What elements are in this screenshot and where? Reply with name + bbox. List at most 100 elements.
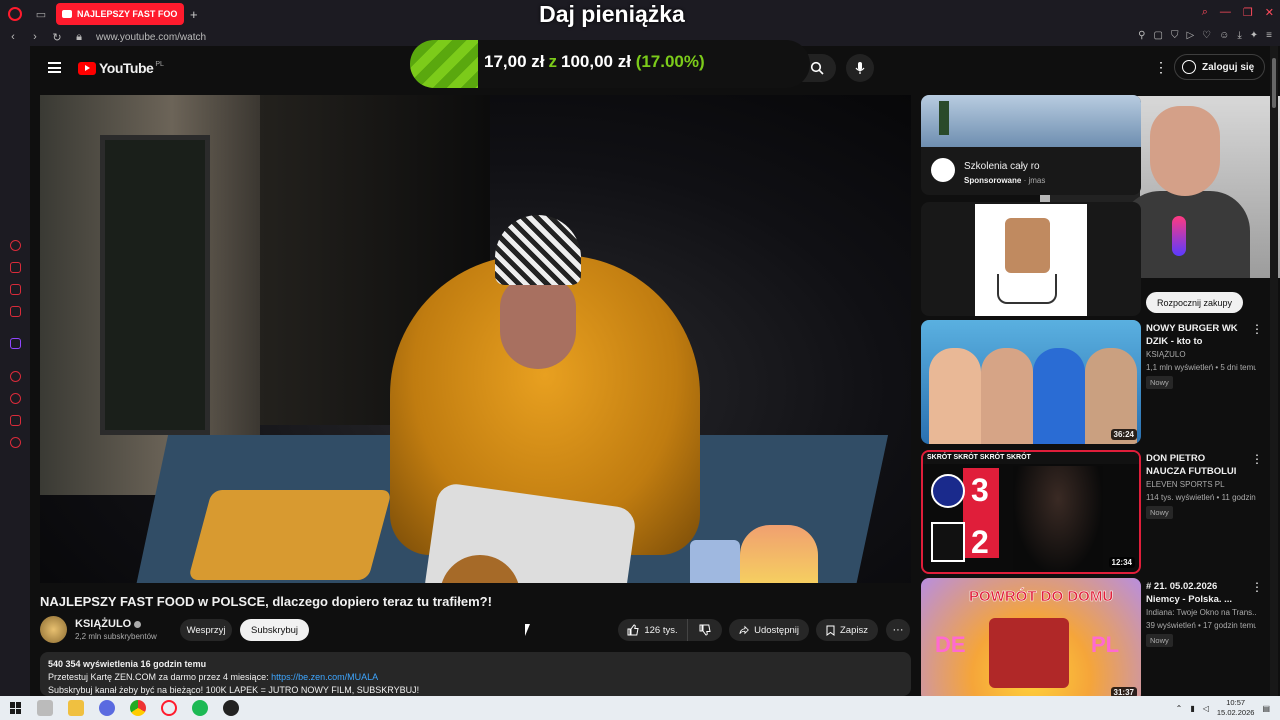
aria-icon[interactable]: ✦: [1250, 30, 1258, 41]
new-tab-button[interactable]: +: [190, 7, 206, 22]
recommendation-title[interactable]: NOWY BURGER WK DZIK - kto to kupuje?: [1146, 322, 1241, 350]
inter-logo-icon: [931, 474, 965, 508]
windows-start-icon[interactable]: [10, 702, 22, 714]
sidebar-history-icon[interactable]: [10, 393, 21, 404]
support-button[interactable]: Wesprzyj: [180, 619, 232, 641]
sidebar-instagram-icon[interactable]: [10, 284, 21, 295]
sidebar-twitch-icon[interactable]: [10, 338, 21, 349]
spotify-icon[interactable]: [192, 700, 208, 716]
snapshot-icon[interactable]: ▢: [1154, 30, 1163, 41]
download-icon[interactable]: ⤓: [1237, 30, 1241, 41]
minimize-icon[interactable]: —: [1220, 6, 1231, 19]
voice-search-button[interactable]: [846, 54, 874, 82]
sidebar-settings-icon[interactable]: [10, 437, 21, 448]
opera-taskbar-icon[interactable]: [161, 700, 177, 716]
description-box[interactable]: 540 354 wyświetlenia 16 godzin temu Prze…: [40, 652, 911, 696]
more-actions-button[interactable]: ···: [886, 619, 910, 641]
recommendation-more-icon[interactable]: ⋮: [1251, 452, 1263, 466]
file-explorer-icon[interactable]: [68, 700, 84, 716]
clock[interactable]: 10:57 15.02.2026: [1217, 698, 1255, 718]
recommendation-more-icon[interactable]: ⋮: [1251, 322, 1263, 336]
url-field[interactable]: www.youtube.com/watch: [96, 32, 206, 43]
recommendation-channel[interactable]: KSIĄŻULO: [1146, 350, 1256, 359]
maximize-icon[interactable]: ❐: [1243, 6, 1253, 19]
donation-goal-bar: 17,00 zł z 100,00 zł (17.00%): [410, 40, 810, 88]
opera-logo-icon[interactable]: [0, 0, 30, 28]
chrome-icon[interactable]: [130, 700, 146, 716]
search-tabs-icon[interactable]: ⌕: [1202, 6, 1208, 19]
share-button[interactable]: Udostępnij: [729, 619, 809, 641]
page-scrollbar[interactable]: [1270, 46, 1278, 696]
player-icon[interactable]: ▷: [1186, 30, 1194, 41]
sign-in-button[interactable]: Zaloguj się: [1174, 54, 1266, 80]
like-button[interactable]: 126 tys.: [618, 619, 688, 641]
recommendation-channel[interactable]: ELEVEN SPORTS PL: [1146, 480, 1256, 489]
shopping-product-image: [975, 204, 1087, 316]
task-view-icon[interactable]: [37, 700, 53, 716]
recommendation-item[interactable]: SKRÓT SKRÓT SKRÓT SKRÓT 3 2 12:34 DON PI…: [921, 450, 1263, 574]
save-button[interactable]: Zapisz: [816, 619, 878, 641]
recommendation-thumbnail[interactable]: 36:24: [921, 320, 1141, 444]
thumbnail-person: [929, 348, 981, 444]
recommendation-meta: 1,1 mln wyświetleń • 5 dni temu: [1146, 363, 1256, 372]
tray-chevron-icon[interactable]: ⌃: [1176, 704, 1183, 713]
forward-icon[interactable]: ›: [26, 31, 44, 43]
description-link[interactable]: https://be.zen.com/MUALA: [271, 672, 378, 682]
tab-overview-icon[interactable]: ▭: [30, 0, 52, 28]
video-scene-doorframe: [100, 135, 210, 435]
sidebar-mail-icon[interactable]: [10, 306, 21, 317]
channel-avatar[interactable]: [40, 616, 67, 643]
pin-icon[interactable]: ⚲: [1138, 30, 1145, 41]
recommendation-item[interactable]: 36:24 NOWY BURGER WK DZIK - kto to kupuj…: [921, 320, 1263, 444]
sidebar-extensions-icon[interactable]: [10, 415, 21, 426]
recommendation-thumbnail[interactable]: SKRÓT SKRÓT SKRÓT SKRÓT 3 2 12:34: [921, 450, 1141, 574]
recommendation-item[interactable]: POWRÓT DO DOMU DE PL 31:37 # 21. 05.02.2…: [921, 578, 1263, 702]
recommendation-title[interactable]: DON PIETRO NAUCZA FUTBOLUI ZIELU ...: [1146, 452, 1241, 480]
hamburger-menu-icon[interactable]: [48, 62, 61, 73]
video-scene-cup: [690, 540, 740, 583]
youtube-logo[interactable]: YouTube PL: [78, 60, 164, 76]
clock-date: 15.02.2026: [1216, 708, 1255, 717]
settings-more-icon[interactable]: ⋮: [1154, 59, 1168, 76]
dislike-button[interactable]: [688, 624, 722, 636]
heart-icon[interactable]: ♡: [1202, 30, 1211, 41]
menu-icon[interactable]: ≡: [1266, 30, 1272, 41]
video-scene-hat: [495, 215, 581, 285]
tray-network-icon[interactable]: ▮: [1190, 704, 1194, 713]
recommendation-thumbnail[interactable]: POWRÓT DO DOMU DE PL 31:37: [921, 578, 1141, 702]
new-badge: Nowy: [1146, 634, 1173, 647]
shopping-ad-card[interactable]: [921, 202, 1141, 316]
browser-tab-active[interactable]: NAJLEPSZY FAST FOO: [56, 3, 184, 25]
thumbnail-headline: POWRÓT DO DOMU: [969, 588, 1114, 606]
sidebar-aria-icon[interactable]: [10, 240, 21, 251]
recommendation-title[interactable]: # 21. 05.02.2026 Niemcy - Polska. ...: [1146, 580, 1241, 606]
obs-icon[interactable]: [223, 700, 239, 716]
profile-icon[interactable]: ☺: [1219, 30, 1229, 41]
reload-icon[interactable]: ↻: [48, 31, 66, 44]
description-text: Przetestuj Kartę ZEN.COM za darmo przez …: [48, 672, 272, 682]
recommendation-more-icon[interactable]: ⋮: [1251, 580, 1263, 594]
sponsored-ad-card[interactable]: Szkolenia cały ro Sponsorowane · jmas: [921, 95, 1141, 195]
scrollbar-thumb[interactable]: [1272, 58, 1276, 108]
start-shopping-button[interactable]: Rozpocznij zakupy: [1146, 292, 1244, 313]
subscribe-button[interactable]: Subskrybuj: [240, 619, 309, 641]
tray-volume-icon[interactable]: ◁: [1203, 704, 1209, 713]
tab-title: NAJLEPSZY FAST FOO: [77, 9, 178, 19]
sidebar-messenger-icon[interactable]: [10, 262, 21, 273]
shield-icon[interactable]: ⛉: [1171, 30, 1179, 41]
donation-goal-fill: [410, 40, 478, 88]
messenger-app-icon[interactable]: [99, 700, 115, 716]
recommendation-channel[interactable]: Indiana: Twoje Okno na Trans...: [1146, 608, 1256, 617]
lock-icon: 🔒︎: [76, 30, 82, 43]
video-scene-fries: [187, 490, 393, 580]
close-icon[interactable]: ✕: [1265, 6, 1274, 19]
notifications-icon[interactable]: ▤: [1262, 704, 1270, 713]
sidebar-player-icon[interactable]: [10, 371, 21, 382]
video-player[interactable]: [40, 95, 911, 583]
back-icon[interactable]: ‹: [4, 31, 22, 43]
channel-name-row[interactable]: KSIĄŻULO: [75, 618, 142, 630]
window-controls: ⌕ — ❐ ✕: [1202, 6, 1274, 19]
channel-subscribers: 2,2 mln subskrybentów: [75, 632, 157, 641]
recommendation-meta: 114 tys. wyświetleń • 11 godzin temu: [1146, 493, 1256, 502]
webcam-light: [1172, 216, 1186, 256]
